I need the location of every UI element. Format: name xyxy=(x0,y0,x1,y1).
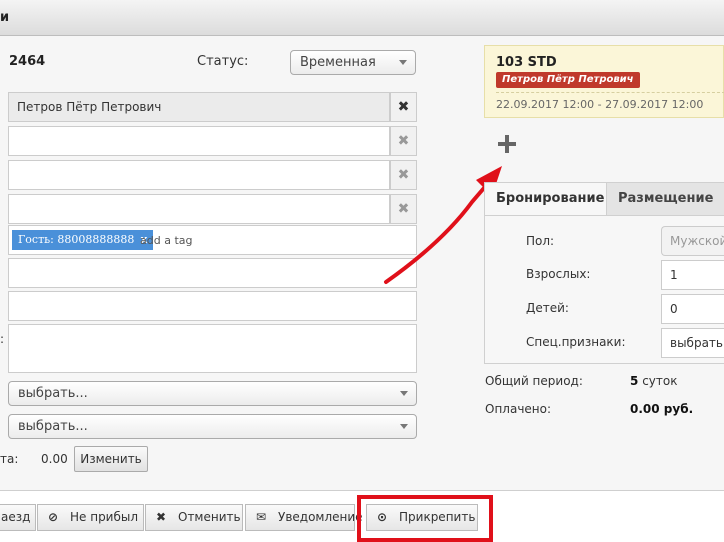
select-2-value: выбрать... xyxy=(18,419,88,434)
guest-name-field[interactable]: Петров Пётр Петрович xyxy=(8,92,390,122)
dialog-footer: аезд ⊘ Не прибыл ✖ Отменить ✉ Уведомлени… xyxy=(0,490,724,542)
guest-field-2[interactable] xyxy=(8,126,390,156)
status-select[interactable]: Временная xyxy=(290,50,416,75)
close-icon: ✖ xyxy=(397,99,410,115)
guest-field-3[interactable] xyxy=(8,160,390,190)
period-unit: суток xyxy=(642,374,678,388)
chevron-down-icon xyxy=(399,59,407,65)
room-card[interactable]: 103 STD Петров Пётр Петрович 22.09.2017 … xyxy=(484,45,724,118)
period-value: 5 суток xyxy=(630,374,677,388)
plus-icon[interactable] xyxy=(498,135,516,153)
comment-label: : xyxy=(0,332,5,346)
adults-input[interactable]: 1 xyxy=(661,260,724,290)
guest-tag-label: Гость: 88008888888 xyxy=(18,233,135,246)
guest-tag: Гость: 88008888888 x xyxy=(12,230,154,250)
envelope-icon: ✉ xyxy=(255,510,267,524)
special-select[interactable]: выбрать... xyxy=(661,328,724,358)
checkin-label: аезд xyxy=(1,510,31,524)
notify-label: Уведомление xyxy=(278,510,363,524)
room-title: 103 STD xyxy=(496,55,557,70)
guest-field-4[interactable] xyxy=(8,194,390,224)
clear-guest-button[interactable]: ✖ xyxy=(390,92,417,122)
cancel-button[interactable]: ✖ Отменить xyxy=(145,504,243,531)
attach-highlight-annotation xyxy=(357,495,493,542)
dialog-title: и xyxy=(0,10,10,25)
noshow-button[interactable]: ⊘ Не прибыл xyxy=(37,504,144,531)
room-guest-badge: Петров Пётр Петрович xyxy=(496,72,640,88)
change-button[interactable]: Изменить xyxy=(74,446,148,472)
tab-booking[interactable]: Бронирование xyxy=(485,183,607,215)
chevron-down-icon xyxy=(400,390,408,396)
payment-amount: 0.00 xyxy=(41,452,68,466)
gender-select[interactable]: Мужской xyxy=(661,226,724,256)
room-dates: 22.09.2017 12:00 - 27.09.2017 12:00 xyxy=(496,98,704,111)
select-1[interactable]: выбрать... xyxy=(8,381,417,406)
status-label: Статус: xyxy=(197,54,249,69)
children-label: Детей: xyxy=(526,301,569,315)
paid-value: 0.00 руб. xyxy=(630,402,693,416)
period-number: 5 xyxy=(630,374,639,388)
adults-label: Взрослых: xyxy=(526,267,591,281)
tab-placement[interactable]: Размещение xyxy=(607,183,724,215)
field-5[interactable] xyxy=(8,258,417,288)
gender-label: Пол: xyxy=(526,234,555,248)
payment-label: та: xyxy=(0,452,19,466)
dialog-body: 2464 Статус: Временная Петров Пётр Петро… xyxy=(0,36,724,490)
select-1-value: выбрать... xyxy=(18,386,88,401)
booking-number: 2464 xyxy=(9,54,46,69)
tab-booking-body: Пол: Мужской Взрослых: 1 Детей: 0 Спец.п… xyxy=(485,215,724,363)
comment-textarea[interactable] xyxy=(8,324,417,373)
cancel-label: Отменить xyxy=(178,510,241,524)
booking-tabs-panel: Бронирование Размещение Пол: Мужской Взр… xyxy=(484,182,724,364)
close-icon: ✖ xyxy=(397,133,410,149)
select-2[interactable]: выбрать... xyxy=(8,414,417,439)
chevron-down-icon xyxy=(400,423,408,429)
clear-field-2-button[interactable]: ✖ xyxy=(390,126,417,156)
notify-button[interactable]: ✉ Уведомление xyxy=(245,504,363,531)
ban-icon: ⊘ xyxy=(47,510,59,524)
checkin-button[interactable]: аезд xyxy=(0,504,36,531)
children-input[interactable]: 0 xyxy=(661,294,724,324)
close-icon: ✖ xyxy=(155,510,167,524)
dialog-titlebar: и xyxy=(0,0,724,36)
room-divider xyxy=(496,92,724,93)
paid-label: Оплачено: xyxy=(485,402,552,416)
status-select-value: Временная xyxy=(300,55,376,70)
guest-name-value: Петров Пётр Петрович xyxy=(17,100,162,114)
period-label: Общий период: xyxy=(485,374,583,388)
tag-placeholder: add a tag xyxy=(140,234,193,247)
noshow-label: Не прибыл xyxy=(70,510,139,524)
special-label: Спец.признаки: xyxy=(526,335,626,349)
paid-amount: 0.00 руб. xyxy=(630,402,694,416)
field-6[interactable] xyxy=(8,291,417,321)
